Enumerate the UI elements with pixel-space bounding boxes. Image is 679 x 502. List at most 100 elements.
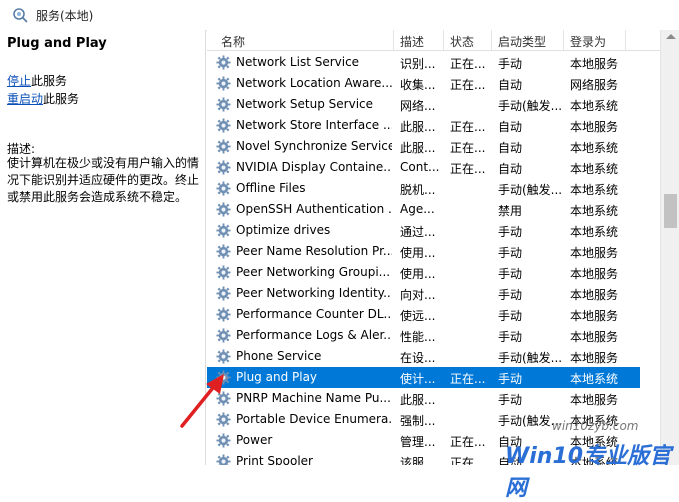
service-logon-as: 本地服务 xyxy=(570,267,619,281)
table-row[interactable]: NVIDIA Display Containe... Cont... 正在... 自动… xyxy=(207,157,640,178)
red-arrow-icon xyxy=(180,374,224,428)
service-gear-icon xyxy=(216,223,231,238)
service-gear-icon xyxy=(216,160,231,175)
service-description: 在设... xyxy=(400,351,436,365)
column-logon-as[interactable]: 登录为 xyxy=(570,33,606,50)
column-name[interactable]: 名称 xyxy=(221,33,245,50)
service-description: 收集... xyxy=(400,78,436,92)
scroll-thumb[interactable] xyxy=(664,194,677,228)
service-gear-icon xyxy=(216,328,231,343)
stop-service-link[interactable]: 停止 xyxy=(7,74,31,88)
service-logon-as: 本地系统 xyxy=(570,141,619,155)
column-description[interactable]: 描述 xyxy=(400,33,424,50)
service-status: 正在... xyxy=(450,435,486,449)
service-startup-type: 手动(触发... xyxy=(498,183,562,197)
service-startup-type: 自动 xyxy=(498,162,523,176)
table-row[interactable]: Network List Service 识别... 正在... 手动 本地服务 xyxy=(207,52,640,73)
service-status: 正在... xyxy=(450,162,486,176)
service-startup-type: 手动 xyxy=(498,330,523,344)
table-row[interactable]: Phone Service 在设... 手动(触发... 本地服务 xyxy=(207,346,640,367)
table-row[interactable]: Plug and Play 使计... 正在... 手动 本地系统 xyxy=(207,367,640,388)
service-logon-as: 网络服务 xyxy=(570,78,619,92)
table-row[interactable]: Optimize drives 通过... 手动 本地系统 xyxy=(207,220,640,241)
service-gear-icon xyxy=(216,349,231,364)
services-search-icon xyxy=(13,8,28,23)
table-row[interactable]: PNRP Machine Name Pu... 此服... 手动 本地服务 xyxy=(207,388,640,409)
window-title: 服务(本地) xyxy=(36,9,94,23)
table-row[interactable]: Offline Files 脱机... 手动(触发... 本地系统 xyxy=(207,178,640,199)
service-description: 此服... xyxy=(400,141,436,155)
service-gear-icon xyxy=(216,307,231,322)
service-name: Network List Service xyxy=(236,55,360,69)
restart-service-line: 重启动此服务 xyxy=(7,90,79,107)
column-separator[interactable] xyxy=(563,30,564,50)
service-startup-type: 手动 xyxy=(498,246,523,260)
service-gear-icon xyxy=(216,139,231,154)
table-row[interactable]: Performance Logs & Aler... 性能... 手动 本地服务 xyxy=(207,325,640,346)
service-startup-type: 手动 xyxy=(498,267,523,281)
service-name: Print Spooler xyxy=(236,454,313,465)
service-status: 正在... xyxy=(450,120,486,134)
column-separator[interactable] xyxy=(625,30,626,50)
service-logon-as: 本地服务 xyxy=(570,393,619,407)
service-description: 使用... xyxy=(400,267,436,281)
table-row[interactable]: Network Setup Service 网络... 手动(触发... 本地系统 xyxy=(207,94,640,115)
table-row[interactable]: Peer Name Resolution Pr... 使用... 手动 本地服务 xyxy=(207,241,640,262)
table-row[interactable]: Network Store Interface ... 此服... 正在... 自动 本… xyxy=(207,115,640,136)
service-status: 正在... xyxy=(450,372,486,386)
scroll-up-arrow-icon[interactable] xyxy=(666,34,676,39)
table-row[interactable]: Network Location Aware... 收集... 正在... 自动 网络服… xyxy=(207,73,640,94)
service-description: 使计算机在极少或没有用户输入的情况下能识别并适应硬件的更改。终止或禁用此服务会造… xyxy=(7,156,200,204)
service-startup-type: 手动 xyxy=(498,225,523,239)
service-name: OpenSSH Authentication ... xyxy=(236,202,392,216)
service-startup-type: 自动 xyxy=(498,78,523,92)
column-startup-type[interactable]: 启动类型 xyxy=(498,33,546,50)
stop-service-line: 停止此服务 xyxy=(7,72,67,89)
column-status[interactable]: 状态 xyxy=(450,33,474,50)
service-description: 脱机... xyxy=(400,183,436,197)
table-row[interactable]: Performance Counter DL... 使远... 手动 本地服务 xyxy=(207,304,640,325)
column-separator[interactable] xyxy=(443,30,444,50)
service-description: 此服... xyxy=(400,120,436,134)
service-description: 使用... xyxy=(400,246,436,260)
service-name: Novel Synchronize Service xyxy=(236,139,392,153)
service-logon-as: 本地系统 xyxy=(570,183,619,197)
service-startup-type: 手动 xyxy=(498,288,523,302)
service-name: Performance Counter DL... xyxy=(236,307,392,321)
service-description: 该服... xyxy=(400,456,436,465)
column-separator[interactable] xyxy=(491,30,492,50)
table-row[interactable]: Novel Synchronize Service 此服... 正在... 自动 本地系… xyxy=(207,136,640,157)
service-gear-icon xyxy=(216,202,231,217)
service-description: 网络... xyxy=(400,99,436,113)
table-row[interactable]: Peer Networking Identity... 向对... 手动 本地服务 xyxy=(207,283,640,304)
service-startup-type: 禁用 xyxy=(498,204,523,218)
service-name: Network Store Interface ... xyxy=(236,118,392,132)
service-gear-icon xyxy=(216,286,231,301)
service-status: 正在... xyxy=(450,57,486,71)
service-logon-as: 本地服务 xyxy=(570,288,619,302)
service-description: 向对... xyxy=(400,288,436,302)
service-gear-icon xyxy=(216,76,231,91)
service-name: Network Location Aware... xyxy=(236,76,392,90)
service-status: 正在... xyxy=(450,456,486,465)
service-startup-type: 手动(触发... xyxy=(498,351,562,365)
service-description: 使计... xyxy=(400,372,436,386)
service-logon-as: 本地服务 xyxy=(570,57,619,71)
table-row[interactable]: Peer Networking Groupi... 使用... 手动 本地服务 xyxy=(207,262,640,283)
vertical-scrollbar[interactable] xyxy=(660,30,679,465)
table-row[interactable]: OpenSSH Authentication ... Age... 禁用 本地系统 xyxy=(207,199,640,220)
service-description: 性能... xyxy=(400,330,436,344)
service-description: 此服... xyxy=(400,393,436,407)
service-gear-icon xyxy=(216,97,231,112)
service-description: 通过... xyxy=(400,225,436,239)
service-gear-icon xyxy=(216,244,231,259)
restart-service-link[interactable]: 重启动 xyxy=(7,92,43,106)
service-logon-as: 本地系统 xyxy=(570,225,619,239)
services-list[interactable]: 名称 描述 状态 启动类型 登录为 Network List Service 识别… xyxy=(207,30,660,465)
service-name: NVIDIA Display Containe... xyxy=(236,160,392,174)
column-separator[interactable] xyxy=(393,30,394,50)
service-gear-icon xyxy=(216,55,231,70)
service-name: Offline Files xyxy=(236,181,306,195)
service-startup-type: 手动 xyxy=(498,57,523,71)
service-startup-type: 自动 xyxy=(498,141,523,155)
